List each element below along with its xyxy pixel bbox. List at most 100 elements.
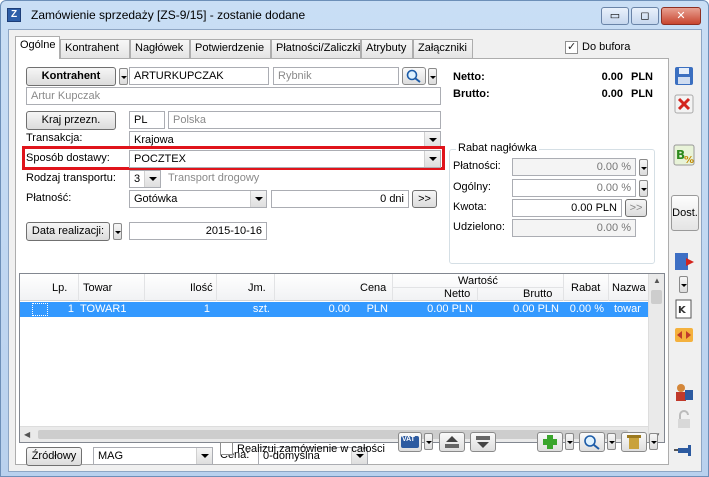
rodzaj-transportu-value: 3 (134, 173, 141, 185)
rabat-kwota-field[interactable]: 0.00 PLN (512, 199, 622, 217)
data-realizacji-field[interactable]: 2015-10-16 (129, 222, 267, 240)
rabat-platnosci-dropdown[interactable] (639, 159, 648, 176)
rabat-platnosci-label: Płatności: (453, 160, 501, 172)
kontrahent-code-field[interactable]: ARTURKUPCZAK (129, 67, 269, 85)
title-bar: Z Zamówienie sprzedaży [ZS-9/15] - zosta… (1, 1, 708, 29)
lock-icon (678, 410, 690, 428)
col-towar[interactable]: Towar (83, 282, 112, 294)
add-item-dropdown[interactable] (565, 433, 574, 450)
rabat-naglowka-title: Rabat nagłówka (456, 142, 539, 154)
maximize-button[interactable]: ◻ (631, 7, 659, 25)
chevron-down-icon (424, 151, 440, 167)
table-row[interactable]: 1 TOWAR1 1 szt. 0.00 PLN 0.00 PLN 0.00 P… (20, 302, 648, 317)
cell-ilosc: 1 (203, 303, 210, 315)
plus-icon (543, 435, 557, 449)
delete-item-button[interactable] (621, 432, 647, 452)
col-nazwa[interactable]: Nazwa (612, 282, 646, 294)
delete-dropdown[interactable] (649, 433, 658, 450)
add-item-button[interactable] (537, 432, 563, 452)
do-bufora-checkbox[interactable] (565, 40, 578, 54)
col-cena[interactable]: Cena (360, 282, 386, 294)
export-document-icon (675, 253, 694, 270)
export-dropdown[interactable] (679, 276, 688, 293)
magnifier-icon (584, 435, 600, 450)
maximize-icon: ◻ (640, 10, 650, 22)
preview-item-button[interactable] (579, 432, 605, 452)
kontrahent-dropdown[interactable] (119, 68, 128, 85)
items-table[interactable]: Lp. Towar Ilość Jm. Cena Wartość Netto B… (19, 273, 665, 443)
cancel-button[interactable] (672, 92, 696, 116)
search-icon (406, 69, 421, 83)
pin-button[interactable] (672, 438, 696, 462)
zrodlowy-button[interactable]: Źródłowy (26, 447, 82, 466)
chevron-down-icon (144, 171, 160, 187)
magazyn-value: MAG (98, 450, 124, 462)
platnosc-select[interactable]: Gotówka (129, 190, 267, 208)
minimize-button[interactable]: ▭ (601, 7, 629, 25)
vertical-scrollbar[interactable]: ▲ ▼ (648, 274, 664, 442)
sposob-dostawy-value: POCZTEX (134, 153, 186, 165)
dostawa-button[interactable]: Dost. (671, 195, 699, 231)
kraj-name-field[interactable]: Polska (168, 111, 441, 129)
tab-naglowek[interactable]: Nagłówek (130, 39, 190, 58)
search-contractor-button[interactable] (402, 67, 426, 85)
col-rabat[interactable]: Rabat (571, 282, 600, 294)
tab-potwierdzenie[interactable]: Potwierdzenie (190, 39, 271, 58)
transakcja-value: Krajowa (134, 134, 174, 146)
vat-dropdown[interactable] (424, 433, 433, 450)
tab-zalaczniki[interactable]: Załączniki (413, 39, 473, 58)
kraj-przezn-button[interactable]: Kraj przezn. (26, 111, 116, 130)
discount-button[interactable]: B% (672, 143, 696, 167)
close-button[interactable]: ✕ (661, 7, 701, 25)
lock-button[interactable] (672, 408, 696, 432)
col-jm[interactable]: Jm. (248, 282, 266, 294)
brutto-label: Brutto: (453, 88, 490, 100)
cell-cena-currency: PLN (366, 303, 388, 315)
sposob-dostawy-select[interactable]: POCZTEX (129, 150, 441, 168)
minimize-icon: ▭ (609, 10, 621, 22)
data-realizacji-dropdown[interactable] (113, 223, 122, 240)
cell-jm: szt. (252, 303, 270, 315)
magazyn-select[interactable]: MAG (93, 447, 213, 465)
tab-platnosci-zaliczki[interactable]: Płatności/Zaliczki (271, 39, 361, 58)
users-button[interactable] (672, 380, 696, 404)
rabat-kwota-button[interactable]: >> (625, 199, 647, 217)
export-button[interactable] (672, 250, 696, 274)
data-realizacji-button[interactable]: Data realizacji: (26, 222, 110, 241)
download-button[interactable] (470, 432, 496, 452)
col-wartosc[interactable]: Wartość (458, 275, 498, 287)
brutto-value: 0.00 (601, 88, 623, 100)
kontrahent-city-field[interactable]: Rybnik (273, 67, 399, 85)
preview-dropdown[interactable] (607, 433, 616, 450)
rabat-ogolny-dropdown[interactable] (639, 180, 648, 197)
tab-ogolne[interactable]: Ogólne (15, 36, 60, 59)
platnosc-value: Gotówka (134, 193, 178, 205)
rodzaj-transportu-select[interactable]: 3 (129, 170, 161, 188)
col-netto[interactable]: Netto (444, 288, 470, 300)
realizuj-checkbox[interactable] (220, 442, 233, 455)
netto-value: 0.00 (601, 71, 623, 83)
termin-more-button[interactable]: >> (412, 190, 437, 208)
download-icon (476, 436, 490, 448)
col-lp[interactable]: Lp. (52, 282, 67, 294)
upload-button[interactable] (439, 432, 465, 452)
tab-atrybuty[interactable]: Atrybuty (361, 39, 413, 58)
termin-dni-field[interactable]: 0 dni (271, 190, 409, 208)
chevron-down-icon (196, 448, 212, 464)
document-card-icon: K (675, 299, 692, 319)
rabat-ogolny-field[interactable]: 0.00 % (512, 179, 636, 197)
vat-button[interactable]: VAT (398, 432, 422, 452)
save-button[interactable] (672, 64, 696, 88)
search-options-dropdown[interactable] (428, 68, 437, 85)
kraj-code-field[interactable]: PL (129, 111, 165, 129)
tab-kontrahent[interactable]: Kontrahent (60, 39, 130, 58)
chevron-down-icon (250, 191, 266, 207)
kontrahent-button[interactable]: Kontrahent (26, 67, 116, 86)
kontrahent-card-button[interactable]: K (672, 297, 696, 321)
link-button[interactable] (672, 323, 696, 347)
pin-icon (674, 445, 691, 456)
link-arrows-icon (675, 328, 693, 342)
kontrahent-name-field[interactable]: Artur Kupczak (26, 87, 441, 105)
col-brutto[interactable]: Brutto (523, 288, 552, 300)
col-ilosc[interactable]: Ilość (190, 282, 213, 294)
